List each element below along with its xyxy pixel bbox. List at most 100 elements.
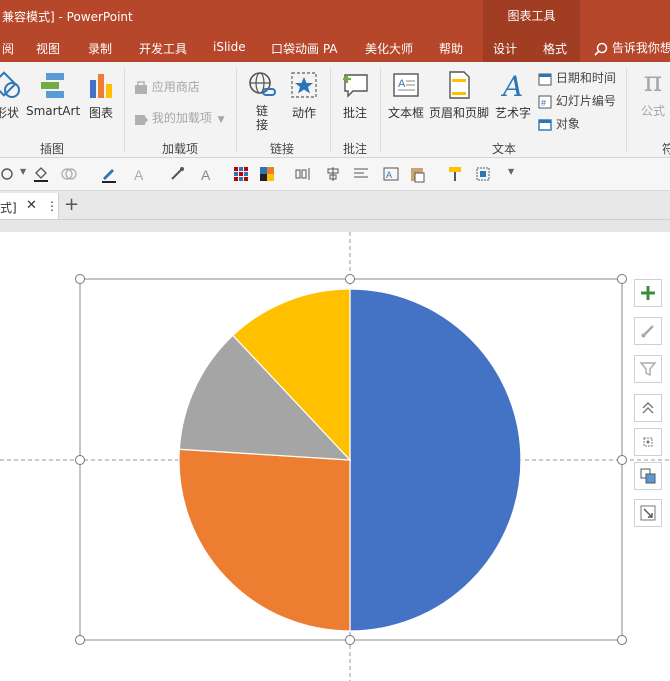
ribbon-tabs: 阅 视图 录制 开发工具 iSlide 口袋动画 PA 美化大师 帮助 设计 格…	[0, 32, 670, 62]
resize-handle-left[interactable]	[75, 455, 85, 465]
align-button[interactable]	[634, 428, 662, 456]
window-title: 兼容模式] - PowerPoint	[2, 10, 133, 24]
svg-text:A: A	[134, 167, 144, 183]
chevron-down-icon[interactable]: ▼	[20, 167, 26, 176]
textbox-icon: A	[393, 73, 419, 97]
resize-handle-right[interactable]	[617, 455, 627, 465]
pie-slice-1[interactable]	[349, 288, 522, 632]
chart-elements-button[interactable]	[634, 279, 662, 307]
shape-outline-icon[interactable]	[0, 165, 18, 183]
chart-label: 图表	[88, 106, 113, 120]
tab-format[interactable]: 格式	[543, 40, 567, 57]
slide-canvas[interactable]	[0, 232, 670, 681]
calendar-icon	[538, 73, 552, 85]
header-footer-button[interactable]: 页眉和页脚	[428, 70, 490, 121]
text-effects-icon[interactable]: A	[132, 165, 150, 183]
tab-design[interactable]: 设计	[493, 40, 517, 57]
bring-forward-button[interactable]	[634, 394, 662, 422]
svg-text:A: A	[386, 170, 392, 180]
tab-review[interactable]: 阅	[2, 40, 14, 57]
pie-slice-2[interactable]	[178, 448, 351, 632]
quick-format-toolbar: ▼ A A A ▼	[0, 158, 670, 191]
formula-label: 公式	[640, 104, 665, 118]
addins-icon	[135, 114, 148, 125]
comment-button[interactable]: 批注	[338, 70, 372, 121]
smartart-icon	[41, 73, 64, 98]
tab-islide[interactable]: iSlide	[213, 40, 246, 54]
tell-me-search[interactable]: 告诉我你想	[594, 39, 670, 56]
shape-effects-icon[interactable]	[60, 165, 78, 183]
selection-icon[interactable]	[474, 165, 492, 183]
text-align-icon[interactable]	[352, 165, 370, 183]
more-options-icon[interactable]: ▼	[508, 167, 514, 176]
chart-button[interactable]: 图表	[86, 70, 116, 121]
tab-beautify-master[interactable]: 美化大师	[365, 40, 413, 57]
link-label: 链接	[255, 104, 268, 132]
header-footer-icon	[449, 71, 470, 99]
svg-text:A: A	[398, 78, 406, 90]
color-grid-icon[interactable]	[232, 165, 250, 183]
chart-styles-button[interactable]	[634, 317, 662, 345]
add-tab-icon[interactable]: +	[64, 194, 79, 215]
resize-handle-top-right[interactable]	[617, 274, 627, 284]
context-tools-title: 图表工具	[483, 0, 580, 32]
tab-view[interactable]: 视图	[36, 40, 60, 57]
tab-pocket-animation[interactable]: 口袋动画 PA	[271, 40, 338, 57]
tab-developer[interactable]: 开发工具	[139, 40, 187, 57]
wordart-icon: A	[500, 70, 523, 100]
document-tab-label: 式]	[0, 201, 17, 215]
eyedropper-icon[interactable]	[168, 165, 186, 183]
shapes-label: 形状	[0, 106, 19, 120]
close-icon[interactable]: ✕	[26, 198, 37, 213]
resize-handle-bottom-left[interactable]	[75, 635, 85, 645]
tab-help[interactable]: 帮助	[439, 40, 463, 57]
distribute-icon[interactable]	[294, 165, 312, 183]
resize-handle-bottom[interactable]	[345, 635, 355, 645]
formula-button[interactable]: π 公式	[636, 66, 670, 119]
link-button[interactable]: 链接	[244, 70, 280, 132]
slide-number-icon: #	[538, 95, 552, 108]
slide-number-button[interactable]: # 幻灯片编号	[538, 92, 616, 109]
crop-button[interactable]	[634, 499, 662, 527]
shapes-button[interactable]: 形状	[0, 70, 24, 121]
group-separator	[330, 68, 331, 152]
tab-record[interactable]: 录制	[88, 40, 112, 57]
align-icon	[643, 437, 653, 447]
resize-handle-top[interactable]	[345, 274, 355, 284]
document-tab[interactable]: 式] ✕ ⋮	[0, 193, 59, 219]
resize-handle-bottom-right[interactable]	[617, 635, 627, 645]
chart-filters-button[interactable]	[634, 355, 662, 383]
action-button[interactable]: 动作	[286, 70, 322, 121]
group-symbols-label: 符	[662, 142, 670, 156]
arrange-icon	[640, 468, 656, 484]
font-color-icon[interactable]: A	[198, 165, 216, 183]
theme-colors-icon[interactable]	[258, 165, 276, 183]
my-addins-button[interactable]: 我的加载项 ▼	[134, 109, 225, 126]
chart-area[interactable]	[0, 232, 670, 681]
pen-color-icon[interactable]	[100, 165, 118, 183]
smartart-button[interactable]: SmartArt	[26, 70, 80, 118]
arrange-button[interactable]	[634, 462, 662, 490]
wordart-button[interactable]: A 艺术字	[494, 70, 532, 121]
comment-icon	[343, 74, 368, 98]
resize-handle-top-left[interactable]	[75, 274, 85, 284]
group-text-label: 文本	[492, 142, 517, 156]
search-icon	[594, 42, 608, 56]
link-globe-icon	[249, 72, 276, 96]
format-painter-icon[interactable]	[446, 165, 464, 183]
align-center-icon[interactable]	[324, 165, 342, 183]
paste-icon[interactable]	[408, 165, 426, 183]
datetime-label: 日期和时间	[555, 71, 616, 85]
group-illustrations-label: 插图	[40, 142, 65, 156]
group-separator	[626, 68, 627, 152]
fill-bucket-icon[interactable]	[32, 165, 50, 183]
object-button[interactable]: 对象	[538, 115, 580, 132]
app-store-button[interactable]: 应用商店	[134, 78, 200, 95]
pie-chart[interactable]	[178, 288, 522, 632]
group-separator	[236, 68, 237, 152]
more-vertical-icon[interactable]: ⋮	[46, 199, 58, 213]
textbox-label: 文本框	[387, 106, 424, 120]
textbox-button[interactable]: A 文本框	[386, 70, 426, 121]
text-box-small-icon[interactable]: A	[382, 165, 400, 183]
datetime-button[interactable]: 日期和时间	[538, 69, 616, 86]
